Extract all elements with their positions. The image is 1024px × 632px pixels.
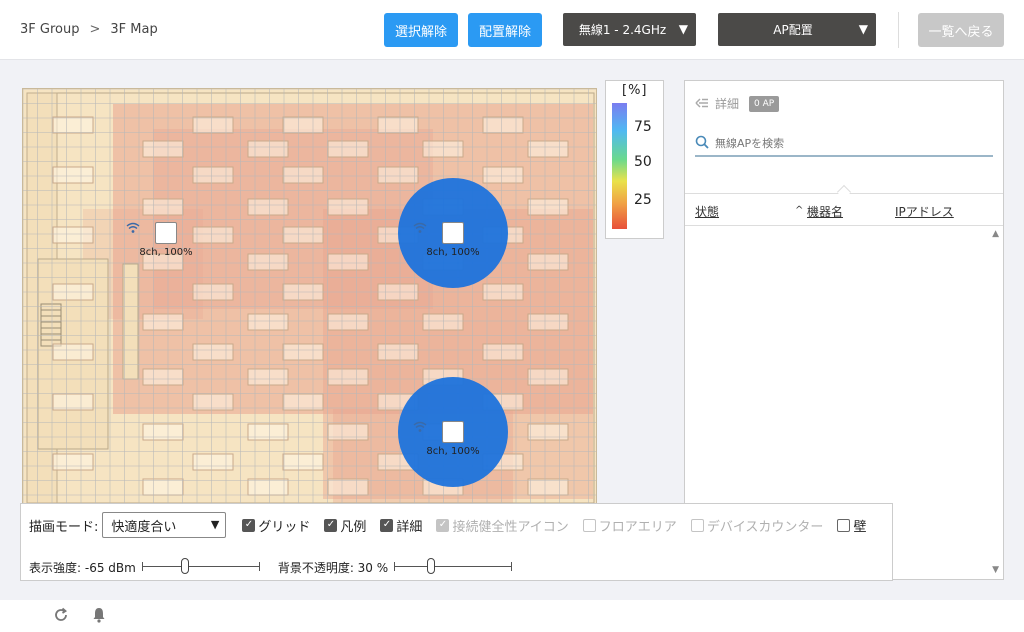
floor-area-checkbox-label: フロアエリア	[598, 519, 677, 535]
collapse-arrow-icon	[695, 97, 709, 111]
access-point-label: 8ch, 100%	[139, 247, 193, 258]
wall-checkbox-label: 壁	[853, 519, 867, 535]
deselect-button[interactable]: 選択解除	[384, 13, 458, 47]
legend-tick: 50	[634, 154, 652, 170]
legend-color-bar	[612, 103, 627, 229]
breadcrumb: 3F Group > 3F Map	[20, 22, 158, 37]
checkbox-box: ✓	[242, 518, 256, 532]
wifi-icon	[126, 222, 177, 244]
divider	[685, 225, 1003, 226]
bg-opacity-label: 背景不透明度: 30 %	[277, 560, 389, 575]
breadcrumb-map: 3F Map	[110, 22, 158, 37]
legend-tick: 25	[634, 192, 652, 208]
dropdown-caret-icon: ▼	[858, 22, 868, 36]
band-select-value: 無線1 - 2.4GHz	[578, 23, 667, 37]
access-point-label: 8ch, 100%	[426, 247, 480, 258]
detail-checkbox[interactable]: ✓ 詳細	[380, 516, 422, 535]
top-bar: 3F Group > 3F Map 選択解除 配置解除 無線1 - 2.4GHz…	[0, 0, 1024, 60]
device-counter-checkbox: デバイスカウンター	[690, 516, 824, 535]
health-icon-checkbox: ✓ 接続健全性アイコン	[436, 516, 569, 535]
search-icon	[695, 134, 709, 153]
floor-area-checkbox: フロアエリア	[582, 516, 677, 535]
breadcrumb-separator: >	[89, 22, 101, 37]
draw-mode-value: 快適度合い	[111, 519, 177, 535]
draw-mode-select[interactable]: 快適度合い ▼	[102, 512, 227, 538]
signal-strength-slider[interactable]	[141, 558, 260, 574]
heatmap-legend: [%] 75 50 25	[605, 80, 664, 239]
column-ip-address[interactable]: IPアドレス	[895, 203, 954, 220]
band-select[interactable]: 無線1 - 2.4GHz ▼	[563, 13, 696, 46]
ap-count-badge: 0 AP	[749, 95, 780, 112]
checkbox-box: ✓	[324, 518, 338, 532]
signal-strength-label: 表示強度: -65 dBm	[29, 560, 136, 575]
access-point-label: 8ch, 100%	[426, 446, 480, 457]
ap-place-select[interactable]: AP配置 ▼	[718, 13, 876, 46]
sort-asc-icon: ^	[795, 205, 804, 216]
legend-title: [%]	[622, 83, 648, 98]
bg-opacity-slider[interactable]	[394, 558, 513, 574]
access-point-marker[interactable]: 8ch, 100%	[126, 222, 206, 258]
scroll-down-arrow-icon[interactable]: ▼	[992, 565, 999, 575]
footer-bar	[0, 600, 1024, 632]
ap-place-label: AP配置	[773, 23, 813, 37]
legend-checkbox[interactable]: ✓ 凡例	[324, 516, 366, 535]
divider	[898, 12, 899, 48]
grid-checkbox-label: グリッド	[258, 519, 311, 535]
dropdown-caret-icon: ▼	[678, 22, 688, 36]
wifi-icon	[413, 421, 464, 443]
floor-map[interactable]: 8ch, 100% 8ch, 100% 8ch, 100%	[22, 88, 597, 506]
wall-checkbox[interactable]: 壁	[837, 516, 866, 535]
legend-tick: 75	[634, 119, 652, 135]
draw-mode-label: 描画モード:	[29, 519, 99, 535]
bell-icon[interactable]	[90, 606, 108, 624]
checkbox-box	[582, 518, 596, 532]
grid-checkbox[interactable]: ✓ グリッド	[242, 516, 310, 535]
detail-checkbox-label: 詳細	[396, 519, 423, 535]
device-counter-checkbox-label: デバイスカウンター	[706, 519, 824, 535]
ap-search-input[interactable]	[715, 136, 975, 150]
checkbox-box: ✓	[436, 518, 450, 532]
legend-checkbox-label: 凡例	[340, 519, 367, 535]
slider-thumb[interactable]	[427, 558, 436, 574]
access-point-marker[interactable]: 8ch, 100%	[413, 421, 493, 457]
table-header: 状態 ^ 機器名 IPアドレス	[685, 201, 1003, 225]
breadcrumb-group[interactable]: 3F Group	[20, 22, 79, 37]
health-icon-checkbox-label: 接続健全性アイコン	[452, 519, 569, 535]
ap-search-box	[695, 131, 993, 157]
map-options-toolbar: 描画モード: 快適度合い ▼ ✓ グリッド ✓ 凡例 ✓ 詳細 ✓ 接続健全性ア…	[20, 503, 893, 581]
detail-label: 詳細	[715, 97, 740, 111]
checkbox-box: ✓	[380, 518, 394, 532]
back-to-list-button[interactable]: 一覧へ戻る	[918, 13, 1004, 47]
wifi-icon	[413, 222, 464, 244]
checkbox-box	[837, 518, 851, 532]
checkbox-box	[690, 518, 704, 532]
floor-plan-drawing	[23, 89, 596, 505]
unplace-button[interactable]: 配置解除	[468, 13, 542, 47]
access-point-marker[interactable]: 8ch, 100%	[413, 222, 493, 258]
chevron-down-icon: ▼	[210, 518, 220, 531]
column-status[interactable]: 状態	[695, 203, 719, 220]
detail-toggle[interactable]: 詳細 0 AP	[695, 95, 780, 112]
slider-thumb[interactable]	[180, 558, 189, 574]
scroll-up-arrow-icon[interactable]: ▲	[992, 229, 999, 239]
column-device-name[interactable]: 機器名	[807, 203, 843, 220]
refresh-icon[interactable]	[52, 606, 70, 624]
sort-notch	[836, 184, 852, 200]
